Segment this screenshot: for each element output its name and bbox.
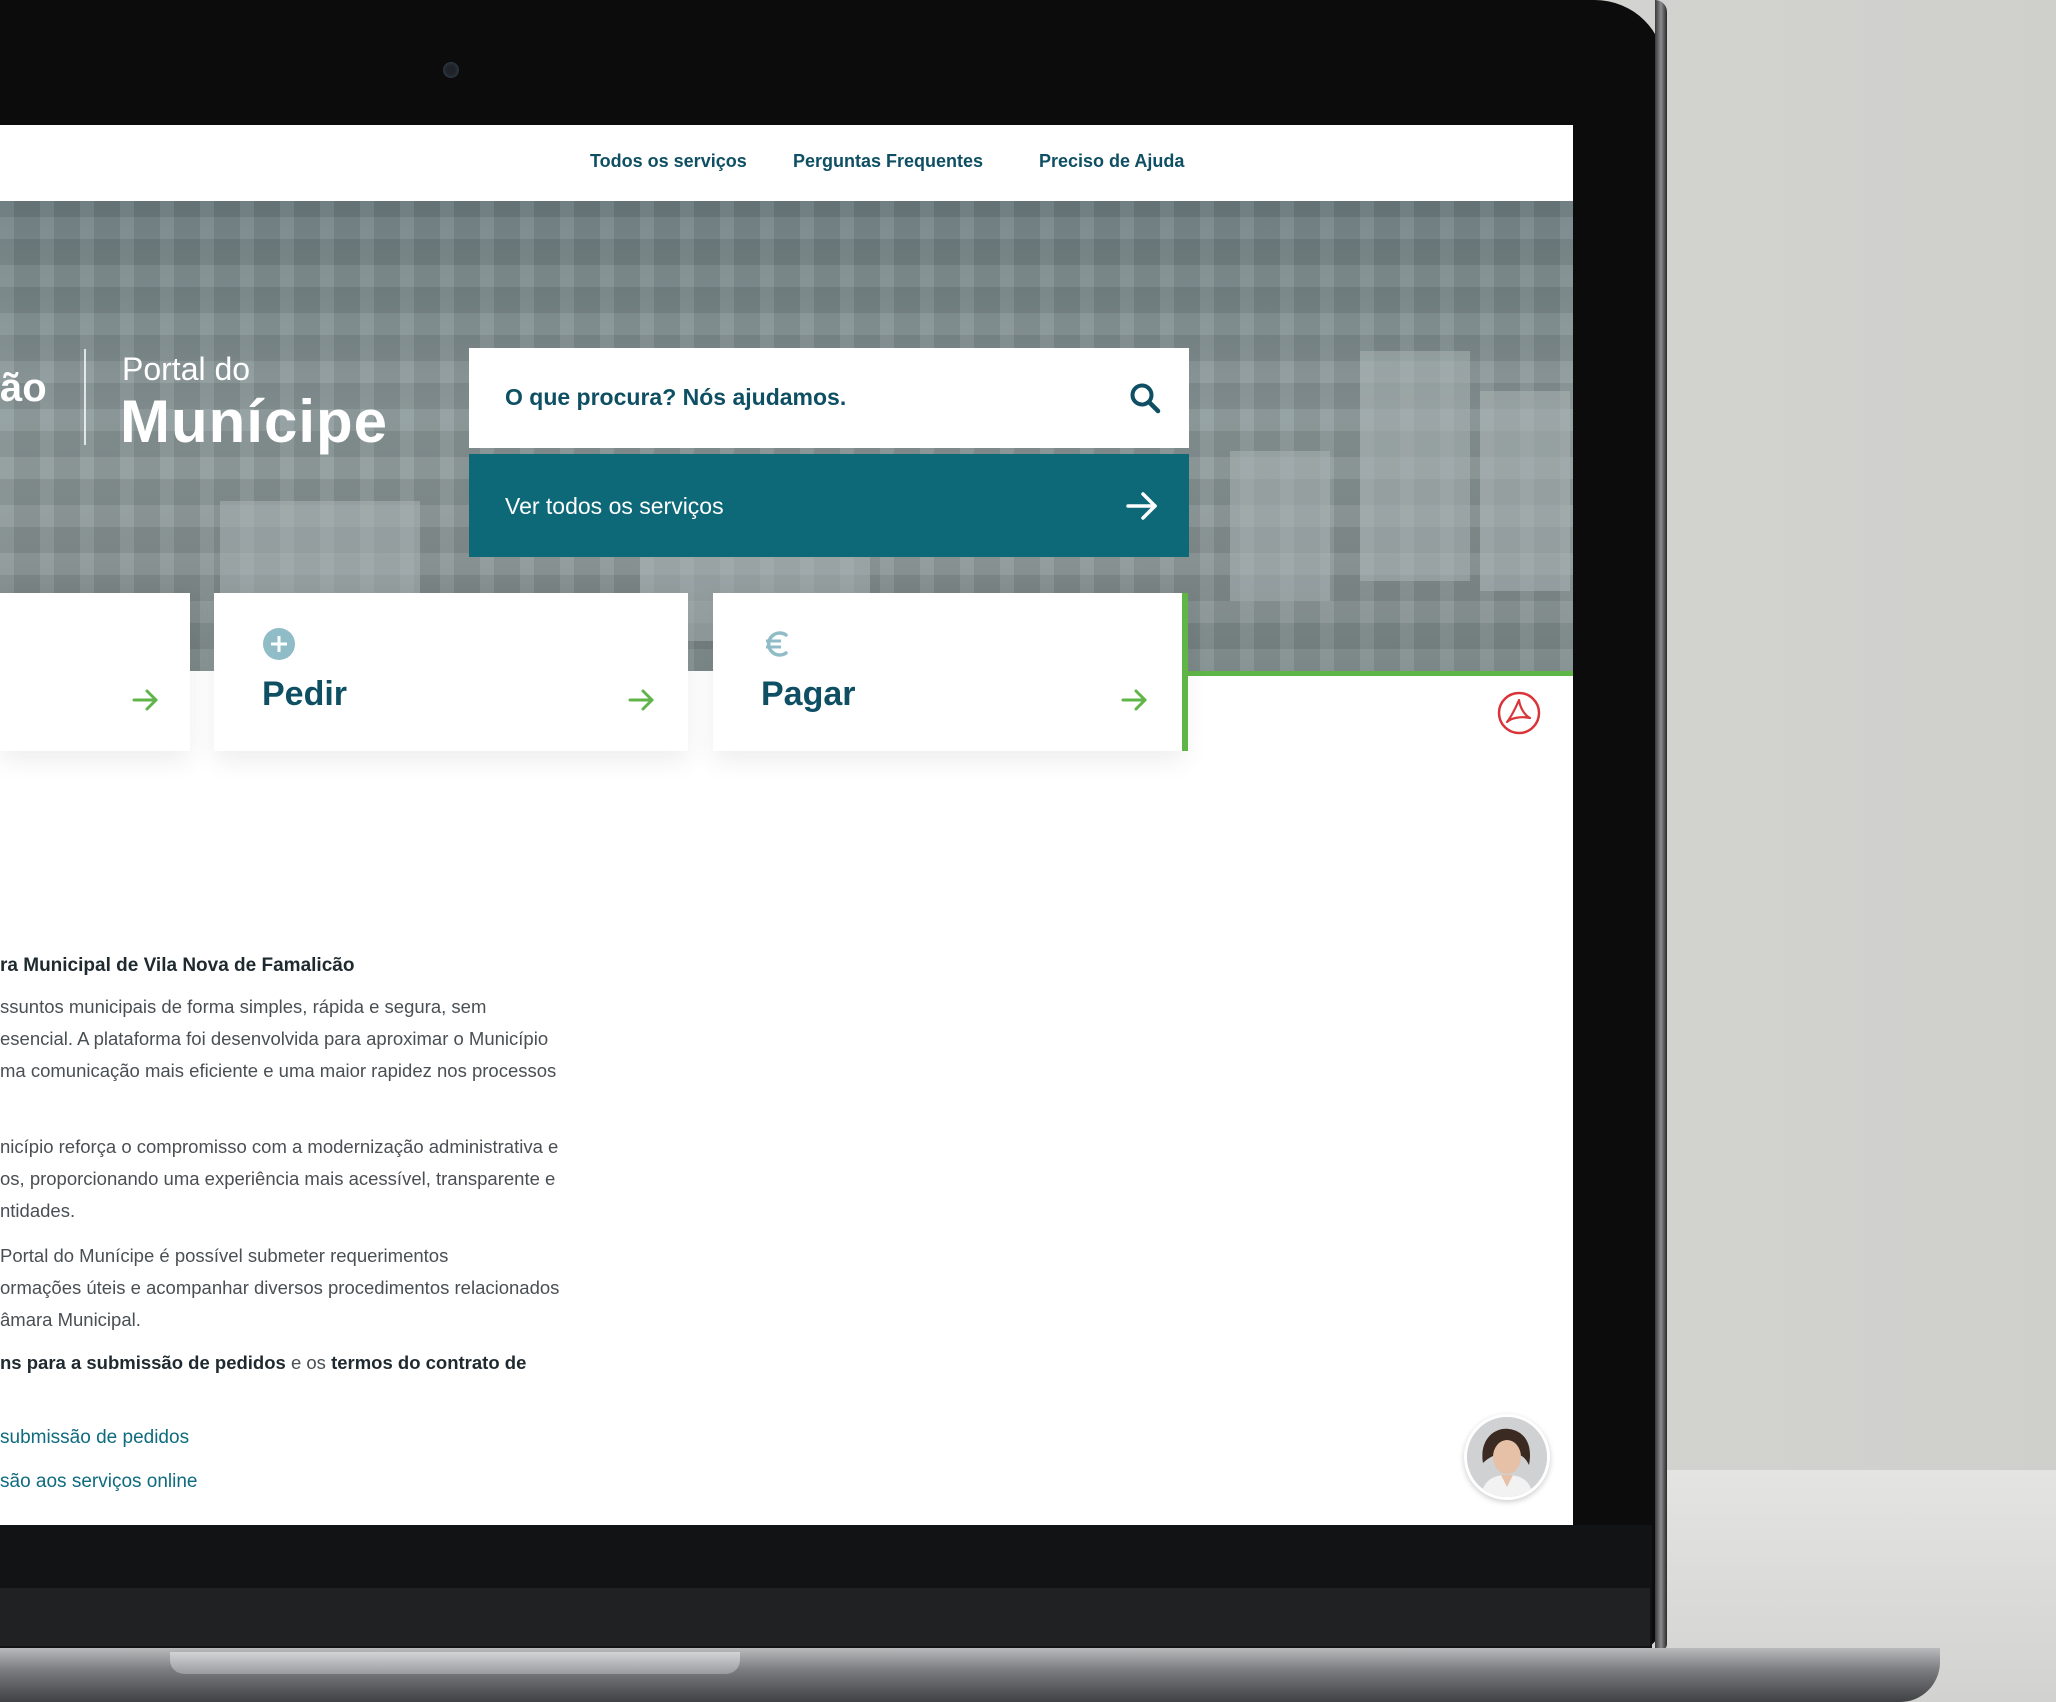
webcam (443, 62, 459, 78)
service-card-request[interactable]: Pedir (214, 593, 688, 751)
intro-paragraph-line: Portal do Munícipe é possível submeter r… (0, 1245, 449, 1266)
intro-paragraph-line: ormações úteis e acompanhar diversos pro… (0, 1277, 560, 1298)
background-building (1480, 391, 1570, 591)
plus-circle-icon (263, 628, 295, 660)
hero-accent-line (1182, 671, 1573, 676)
terms-bold-text: termos do contrato de (331, 1352, 527, 1373)
intro-paragraph-line: nicípio reforça o compromisso com a mode… (0, 1136, 559, 1157)
nav-link-help[interactable]: Preciso de Ajuda (1039, 151, 1184, 172)
terms-bold-text: ns para a submissão de pedidos (0, 1352, 286, 1373)
intro-paragraph-line: âmara Municipal. (0, 1309, 141, 1330)
search-icon[interactable] (1129, 382, 1161, 414)
card-title: Pedir (262, 675, 348, 713)
service-card-pay[interactable]: Pagar (713, 593, 1185, 751)
laptop-hinge (0, 1588, 1650, 1646)
intro-paragraph-line: os, proporcionando uma experiência mais … (0, 1168, 556, 1189)
browser-viewport: Todos os serviços Perguntas Frequentes P… (0, 125, 1573, 1525)
brand-logo-text: ão (0, 366, 47, 410)
search-input[interactable]: O que procura? Nós ajudamos. (469, 348, 1189, 448)
assistant-avatar-image (1467, 1417, 1547, 1497)
all-services-button[interactable]: Ver todos os serviços (469, 454, 1189, 557)
online-services-terms-link[interactable]: são aos serviços online (0, 1471, 198, 1493)
background-building (1230, 451, 1330, 601)
brand-divider (84, 349, 86, 445)
euro-icon (766, 631, 788, 657)
intro-heading: ra Municipal de Vila Nova de Famalicão (0, 955, 355, 976)
nav-link-faq[interactable]: Perguntas Frequentes (793, 151, 983, 172)
top-navigation: Todos os serviços Perguntas Frequentes P… (0, 125, 1573, 201)
laptop-lid-edge (1655, 0, 1667, 1650)
background-building (1360, 351, 1470, 581)
terms-line: ns para a submissão de pedidos e os term… (0, 1347, 526, 1379)
portal-subtitle: Portal do (122, 351, 251, 387)
pdf-icon[interactable] (1497, 691, 1541, 735)
nav-link-all-services[interactable]: Todos os serviços (590, 151, 747, 172)
portal-title: Munícipe (120, 388, 389, 455)
intro-paragraph-line: esencial. A plataforma foi desenvolvida … (0, 1028, 549, 1049)
arrow-right-icon (1121, 689, 1147, 711)
arrow-right-icon (132, 689, 158, 711)
service-card-partial[interactable] (0, 593, 190, 751)
intro-paragraph-line: ssuntos municipais de forma simples, ráp… (0, 996, 487, 1017)
laptop-opening-notch (170, 1652, 740, 1674)
intro-paragraph-line: ntidades. (0, 1200, 76, 1221)
arrow-right-icon (628, 689, 654, 711)
terms-connector: e os (285, 1352, 332, 1373)
arrow-right-icon (1126, 492, 1157, 520)
card-title: Pagar (761, 675, 856, 713)
all-services-label: Ver todos os serviços (505, 493, 724, 519)
submission-rules-link[interactable]: submissão de pedidos (0, 1427, 189, 1449)
intro-paragraph-line: ma comunicação mais eficiente e uma maio… (0, 1060, 557, 1081)
assistant-avatar[interactable] (1464, 1414, 1550, 1500)
search-placeholder: O que procura? Nós ajudamos. (505, 384, 847, 410)
card-accent-bar (1182, 593, 1188, 751)
